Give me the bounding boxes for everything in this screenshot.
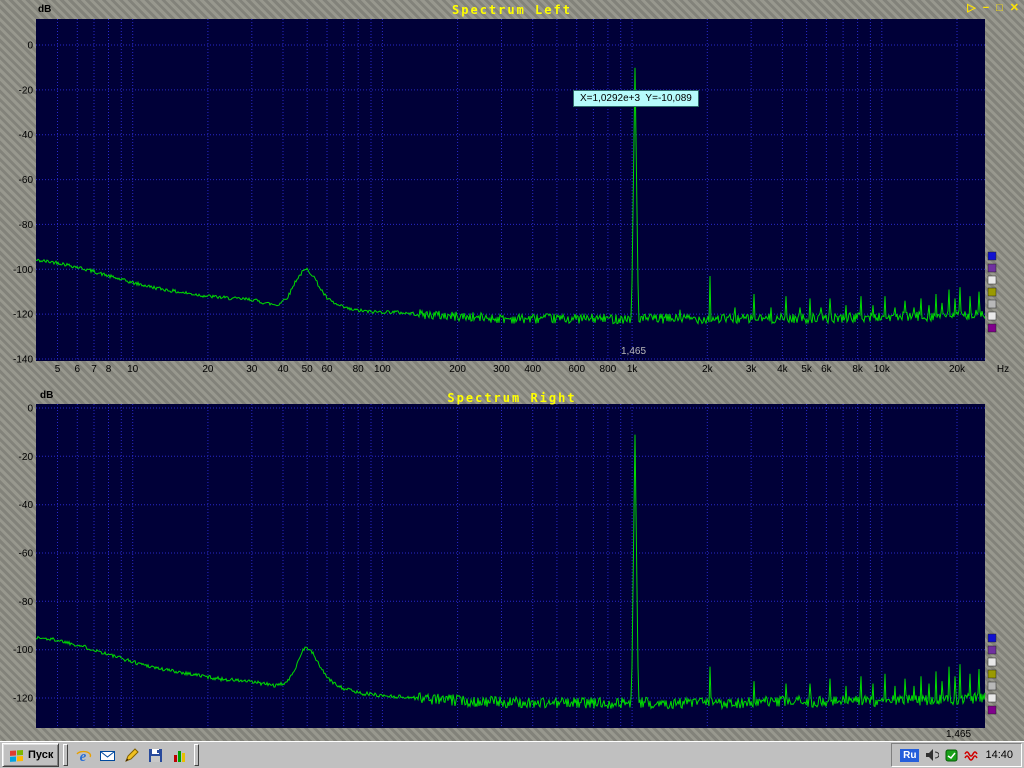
- start-label: Пуск: [28, 749, 53, 761]
- y-tick-label: -20: [19, 85, 34, 96]
- desktop: 0 -20 -40 -60 -80 -100 -120 -140 5 678 10 20 30 40 50 6…: [0, 0, 1024, 768]
- taskbar-clock[interactable]: 14:40: [985, 749, 1013, 761]
- legend-color-swatch[interactable]: [988, 670, 996, 678]
- panel-title-right: Spectrum Right: [0, 391, 1024, 405]
- minimize-icon[interactable]: −: [983, 2, 989, 14]
- legend-color-swatch[interactable]: [988, 634, 996, 642]
- x-tick-label: 30: [246, 364, 258, 375]
- quick-launch-bar: e: [72, 746, 190, 764]
- restore-icon[interactable]: ▷: [967, 2, 975, 14]
- x-tick-label: 7: [91, 364, 97, 375]
- system-tray: Ru 14:40: [891, 743, 1022, 767]
- legend-color-swatch[interactable]: [988, 694, 996, 702]
- x-tick-label: 3k: [746, 364, 758, 375]
- windows-logo-icon: [8, 748, 24, 762]
- x-tick-label: 40: [277, 364, 289, 375]
- x-tick-label: 600: [568, 364, 585, 375]
- x-tick-label: 1k: [627, 364, 639, 375]
- legend-color-swatch[interactable]: [988, 312, 996, 320]
- x-tick-label: 100: [374, 364, 391, 375]
- y-tick-label: -100: [13, 265, 33, 276]
- x-tick-label: 4k: [777, 364, 789, 375]
- legend-color-swatch[interactable]: [988, 658, 996, 666]
- x-tick-label: 2k: [702, 364, 714, 375]
- close-icon[interactable]: ✕: [1010, 2, 1019, 14]
- taskbar: Пуск e: [0, 741, 1024, 768]
- y-tick-label: -140: [13, 355, 33, 366]
- x-tick-label: 50: [302, 364, 314, 375]
- x-tick-label: 5k: [801, 364, 813, 375]
- x-tick-label: 300: [493, 364, 510, 375]
- y-tick-label: -60: [19, 549, 34, 560]
- x-tick-label: 6: [75, 364, 81, 375]
- cursor-tooltip: X=1,0292e+3 Y=-10,089: [573, 90, 699, 107]
- y-tick-label: 0: [27, 41, 33, 52]
- x-tick-label: 5: [55, 364, 61, 375]
- x-tick-label: 8: [106, 364, 112, 375]
- y-tick-label: -40: [19, 500, 34, 511]
- maximize-icon[interactable]: □: [996, 2, 1003, 14]
- y-tick-label: -20: [19, 452, 34, 463]
- x-tick-label: 8k: [852, 364, 864, 375]
- spectrum-charts: 0 -20 -40 -60 -80 -100 -120 -140 5 678 10 20 30 40 50 6…: [0, 0, 1024, 768]
- x-tick-label: 10: [127, 364, 139, 375]
- x-tick-label: 20k: [949, 364, 966, 375]
- y-tick-label: -40: [19, 130, 34, 141]
- y-tick-label: -100: [13, 645, 33, 656]
- x-tick-label: 20: [202, 364, 214, 375]
- y-tick-label: -60: [19, 175, 34, 186]
- legend-color-swatch[interactable]: [988, 252, 996, 260]
- y-tick-label: -120: [13, 310, 33, 321]
- legend-color-swatch[interactable]: [988, 276, 996, 284]
- y-axis-unit-left: dB: [38, 4, 51, 15]
- y-axis-unit-right: dB: [40, 390, 53, 401]
- y-tick-label: -80: [19, 220, 34, 231]
- x-tick-label: 6k: [821, 364, 833, 375]
- x-tick-label: 10k: [874, 364, 891, 375]
- x-tick-label: 800: [600, 364, 617, 375]
- save-icon[interactable]: [146, 746, 164, 764]
- language-indicator[interactable]: Ru: [900, 749, 919, 762]
- outlook-icon[interactable]: [98, 746, 116, 764]
- marker-readout-left: 1,465: [621, 346, 646, 357]
- legend-color-swatch[interactable]: [988, 288, 996, 296]
- x-tick-label: 200: [449, 364, 466, 375]
- y-tick-label: 0: [27, 404, 33, 415]
- window-controls: ▷ − □ ✕: [967, 2, 1019, 14]
- x-tick-label: 400: [524, 364, 541, 375]
- scheduler-icon[interactable]: [945, 749, 958, 762]
- legend-color-swatch[interactable]: [988, 682, 996, 690]
- volume-icon[interactable]: [925, 749, 939, 762]
- paint-icon[interactable]: [122, 746, 140, 764]
- chart-icon[interactable]: [170, 746, 188, 764]
- x-tick-label: 80: [353, 364, 365, 375]
- toolbar-handle[interactable]: [194, 744, 199, 766]
- legend-color-swatch[interactable]: [988, 706, 996, 714]
- legend-color-swatch[interactable]: [988, 646, 996, 654]
- modem-icon[interactable]: [964, 750, 979, 761]
- toolbar-handle[interactable]: [63, 744, 68, 766]
- y-tick-label: -80: [19, 597, 34, 608]
- x-tick-label: 60: [321, 364, 333, 375]
- start-button[interactable]: Пуск: [2, 743, 59, 767]
- x-axis-unit: Hz: [997, 364, 1009, 375]
- marker-readout-right: 1,465: [946, 729, 971, 740]
- legend-color-swatch[interactable]: [988, 300, 996, 308]
- legend-color-swatch[interactable]: [988, 324, 996, 332]
- y-tick-label: -120: [13, 694, 33, 705]
- legend-color-swatch[interactable]: [988, 264, 996, 272]
- panel-title-left: Spectrum Left: [0, 3, 1024, 17]
- ie-icon[interactable]: e: [74, 746, 92, 764]
